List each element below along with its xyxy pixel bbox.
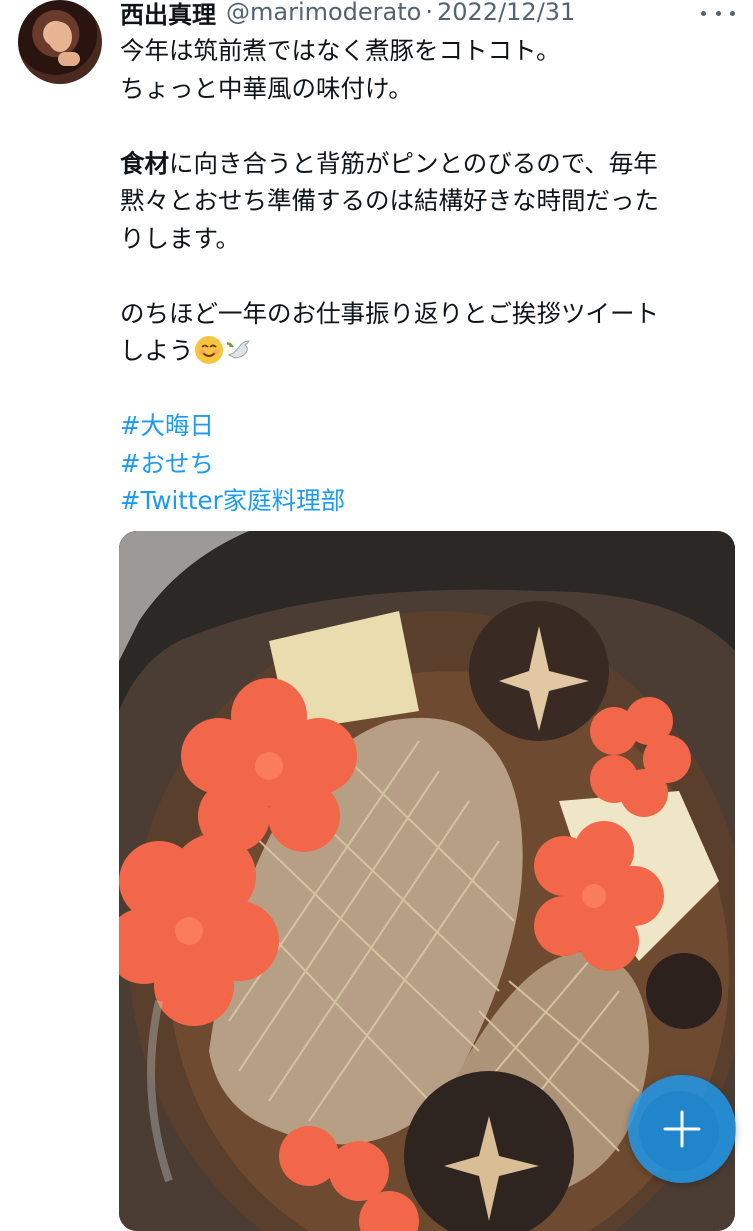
avatar-hand [58,52,80,66]
tweet-line: 食材に向き合うと背筋がピンとのびるので、毎年 [120,145,730,183]
bold-word: 食材 [120,148,169,178]
hashtag-link[interactable]: #Twitter家庭料理部 [120,482,730,520]
tweet-line: りします。 [120,223,241,253]
compose-button[interactable] [628,1075,736,1183]
more-dot [701,10,706,16]
dove-icon [226,340,250,359]
separator-dot: · [425,0,433,26]
hashtag-link[interactable]: #おせち [120,445,730,483]
tweet-line: のちほど一年のお仕事振り返りとご挨拶ツイート [120,298,659,328]
compose-plus-icon [663,1110,701,1148]
tweet-line: 黙々とおせち準備するのは結構好きな時間だった [120,186,659,215]
more-dot [715,10,721,16]
more-dot [730,10,735,16]
user-handle[interactable]: @marimoderato [226,0,421,26]
tweet-date[interactable]: 2022/12/31 [437,0,575,26]
hashtag-link[interactable]: #大晦日 [120,407,730,445]
tweet-text: 今年は筑前煮ではなく煮豚をコトコト。 ちょっと中華風の味付け。 食材に向き合うと… [120,32,730,520]
tweet-line: しよう [120,332,730,370]
avatar[interactable] [18,0,102,84]
tweet-line-rest: に向き合うと背筋がピンとのびるので、毎年 [169,148,658,178]
display-name[interactable]: 西出真理 [120,0,216,30]
tweet-line-text: しよう [120,336,194,365]
tweet-line: ちょっと中華風の味付け。 [120,73,413,103]
smiling-face-icon [194,336,223,364]
more-options-icon[interactable] [701,8,735,18]
avatar-face [48,22,72,52]
tweet-line: 今年は筑前煮ではなく煮豚をコトコト。 [120,36,561,65]
tweet-header: 西出真理 @marimoderato · 2022/12/31 [120,0,753,30]
